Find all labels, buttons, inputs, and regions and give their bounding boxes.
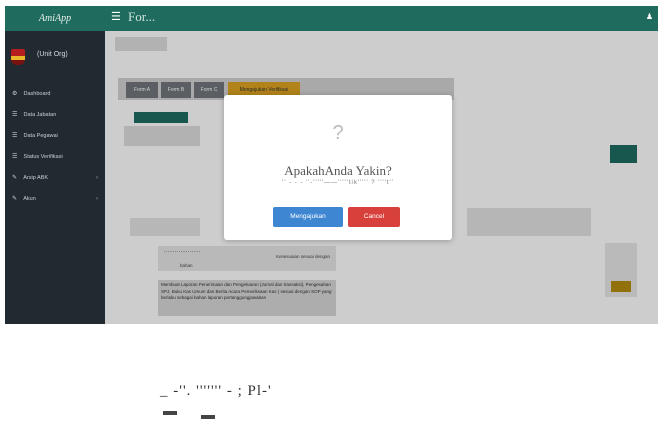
chevron-right-icon: › [96,175,98,181]
chevron-right-icon: › [96,196,98,202]
dialog-title: ApakahAnda Yakin? [284,163,392,178]
confirm-button[interactable]: Mengajukan [273,207,343,227]
sidebar: AmiApp (Unit Org) ⚙ Dashboard ☰ Data Jab… [5,6,105,324]
list-icon: ☰ [12,154,18,160]
sidebar-item-dashboard[interactable]: ⚙ Dashboard [5,84,105,105]
sidebar-item-data-jabatan[interactable]: ☰ Data Jabatan [5,105,105,126]
sidebar-item-label: Akun [23,196,36,202]
footer-mark [163,411,177,415]
org-emblem-icon [11,49,25,65]
sidebar-item-label: Data Pegawai [23,133,58,139]
hamburger-menu-icon[interactable]: ☰ [111,10,121,23]
sidebar-item-status-verifikasi[interactable]: ☰ Status Verifikasi [5,147,105,168]
list-icon: ☰ [12,133,18,139]
list-icon: ☰ [12,112,18,118]
sidebar-item-arsip-abk[interactable]: ✎ Arsip ABK › [5,168,105,189]
confirm-dialog: ? ApakahAnda Yakin? '' - - - ''-'''''——'… [224,95,452,240]
user-menu-icon[interactable]: ♟ [646,12,653,21]
edit-icon: ✎ [12,196,18,202]
footer-mark [201,415,215,419]
sidebar-item-data-pegawai[interactable]: ☰ Data Pegawai [5,126,105,147]
dialog-text: '' - - - ''-'''''——'''''tik''''' ? ''''t… [282,180,394,186]
footer-text: _ -''. ''''''' - ; Pl-' [160,383,272,399]
top-navbar: ☰ For... ♟ [105,6,658,31]
page-title: For... [128,9,156,24]
app-logo[interactable]: AmiApp [5,6,105,31]
sidebar-item-label: Dashboard [23,91,51,97]
cancel-button[interactable]: Cancel [348,207,400,227]
sidebar-item-label: Data Jabatan [23,112,57,118]
edit-icon: ✎ [12,175,18,181]
sidebar-item-label: Status Verifikasi [23,154,63,160]
sidebar-menu: ⚙ Dashboard ☰ Data Jabatan ☰ Data Pegawa… [5,84,105,210]
user-panel: (Unit Org) [5,39,105,75]
dashboard-icon: ⚙ [12,91,18,97]
sidebar-item-label: Arsip ABK [23,175,48,181]
question-icon: ? [332,122,344,144]
sidebar-item-akun[interactable]: ✎ Akun › [5,189,105,210]
user-name: (Unit Org) [37,51,68,58]
